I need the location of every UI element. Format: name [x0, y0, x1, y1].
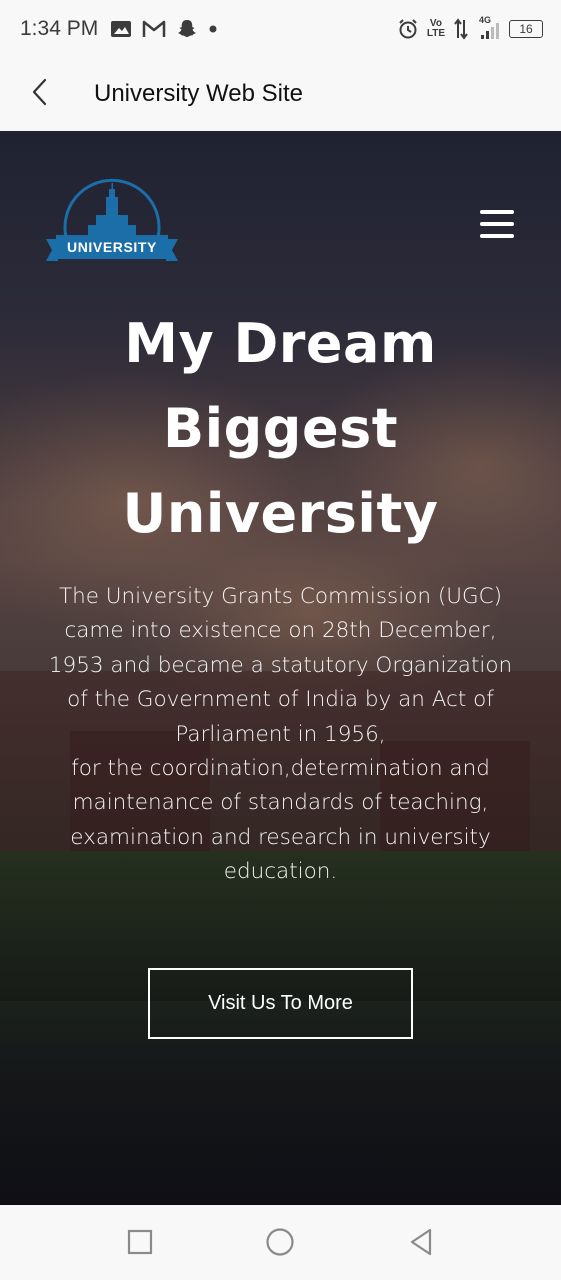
alarm-icon — [397, 18, 419, 40]
description-line: for the coordination,determination and — [71, 756, 490, 782]
page-title: University Web Site — [94, 80, 303, 107]
network-label: 4G — [479, 15, 492, 25]
app-bar: University Web Site — [0, 58, 561, 131]
home-icon[interactable] — [263, 1225, 297, 1259]
hero-title: My Dream Biggest University — [0, 301, 561, 556]
description-line: Parliament in 1956, — [175, 721, 386, 747]
battery-icon: 16 — [509, 20, 543, 38]
visit-us-button[interactable]: Visit Us To More — [148, 968, 413, 1039]
menu-line — [480, 210, 514, 214]
status-time: 1:34 PM — [20, 17, 99, 40]
description-line: education. — [223, 859, 338, 885]
hero-title-line: My Dream — [124, 312, 437, 375]
recent-apps-icon[interactable] — [123, 1225, 157, 1259]
menu-line — [480, 222, 514, 226]
description-line: maintenance of standards of teaching, — [72, 790, 489, 816]
hero-description: The University Grants Commission (UGC) c… — [40, 580, 521, 890]
data-arrows-icon — [453, 18, 469, 40]
hero-section: UNIVERSITY My Dream Biggest University T… — [0, 131, 561, 1205]
navigation-bar — [0, 1205, 561, 1280]
description-line: The University Grants Commission (UGC) — [58, 584, 503, 609]
hero-title-line: Biggest — [162, 397, 399, 460]
dot-icon — [208, 24, 218, 34]
signal-4g-icon: 4G — [477, 15, 501, 41]
description-line: came into existence on 28th December, — [64, 618, 497, 644]
university-logo[interactable]: UNIVERSITY — [44, 169, 180, 271]
description-line: 1953 and became a statutory Organization — [48, 652, 513, 678]
hamburger-menu-icon[interactable] — [478, 207, 516, 241]
status-notification-icons — [110, 17, 218, 41]
status-bar: 1:34 PM Vo LTE 4G 16 — [0, 0, 561, 58]
description-line: examination and research in university — [70, 824, 491, 850]
chevron-left-icon — [30, 77, 50, 112]
volte-bottom-label: LTE — [426, 28, 445, 39]
snapchat-icon — [176, 18, 198, 40]
battery-level: 16 — [519, 22, 533, 36]
back-button[interactable] — [18, 72, 62, 116]
description-line: of the Government of India by an Act of — [67, 687, 494, 713]
status-system-icons: Vo LTE 4G 16 — [397, 15, 543, 43]
back-icon[interactable] — [404, 1225, 438, 1259]
menu-line — [480, 234, 514, 238]
volte-icon: Vo LTE — [427, 19, 445, 39]
hero-title-line: University — [122, 482, 439, 545]
gmail-icon — [142, 19, 166, 39]
logo-text: UNIVERSITY — [66, 239, 157, 255]
image-icon — [110, 19, 132, 39]
